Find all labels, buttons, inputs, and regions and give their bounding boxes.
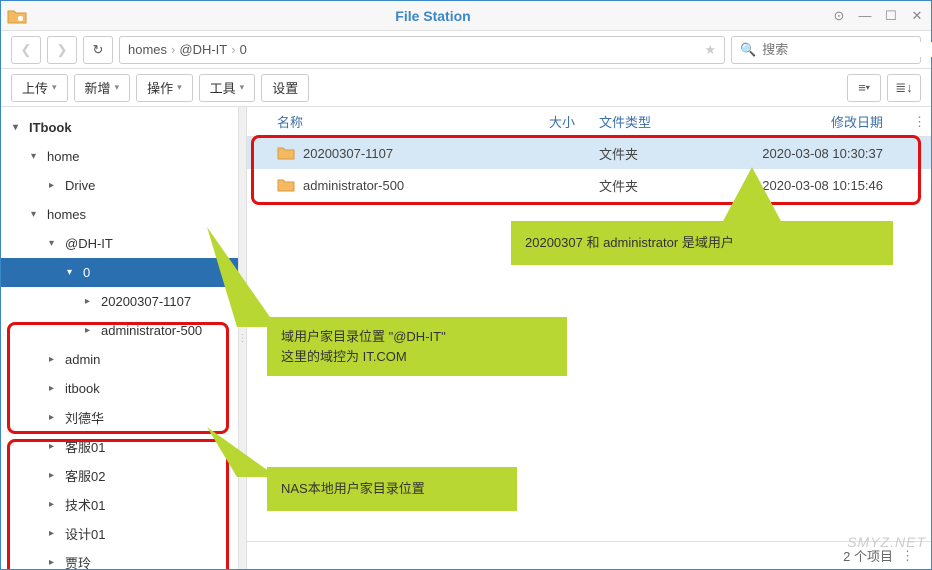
file-row[interactable]: 20200307-1107 文件夹2020-03-08 10:30:37 bbox=[247, 137, 931, 169]
favorite-icon[interactable]: ★ bbox=[704, 42, 716, 58]
tree-item-itbook[interactable]: ▸itbook bbox=[1, 374, 238, 403]
upload-button[interactable]: 上传▾ bbox=[11, 74, 68, 102]
pin-icon[interactable]: ⊙ bbox=[831, 8, 847, 24]
status-menu-icon[interactable]: ⋮ bbox=[901, 548, 919, 564]
chevron-down-icon[interactable]: ▾ bbox=[67, 267, 81, 278]
crumb-0[interactable]: homes bbox=[128, 42, 167, 57]
col-type[interactable]: 文件类型 bbox=[587, 112, 727, 131]
chevron-right-icon[interactable]: ▸ bbox=[49, 383, 63, 394]
tree-item-label: admin bbox=[65, 352, 100, 367]
app-icon bbox=[7, 8, 27, 24]
file-type: 文件夹 bbox=[587, 176, 727, 195]
tree-root[interactable]: ▾ITbook bbox=[1, 113, 238, 142]
main-area: ▾ITbook ▾home▸Drive▾homes▾@DH-IT▾0▸20200… bbox=[1, 107, 931, 569]
col-size[interactable]: 大小 bbox=[527, 112, 587, 131]
new-button[interactable]: 新增▾ bbox=[74, 74, 131, 102]
close-icon[interactable]: ✕ bbox=[909, 8, 925, 24]
tree-item-label: home bbox=[47, 149, 80, 164]
tree-item-label: 贾玲 bbox=[65, 553, 91, 569]
tree-item-贾玲[interactable]: ▸贾玲 bbox=[1, 548, 238, 569]
file-content: 名称 大小 文件类型 修改日期 ⋮ 20200307-1107 文件夹2020-0… bbox=[247, 107, 931, 569]
item-count: 2 个项目 bbox=[843, 546, 893, 565]
file-name: administrator-500 bbox=[303, 178, 404, 193]
search-icon: 🔍 bbox=[740, 42, 756, 58]
titlebar: File Station ⊙ — ☐ ✕ bbox=[1, 1, 931, 31]
folder-icon bbox=[277, 146, 295, 160]
tree-item-label: 0 bbox=[83, 265, 90, 280]
tree-item-设计01[interactable]: ▸设计01 bbox=[1, 519, 238, 548]
sort-button[interactable]: ≣↓ bbox=[887, 74, 921, 102]
chevron-right-icon[interactable]: ▸ bbox=[49, 180, 63, 191]
chevron-right-icon[interactable]: ▸ bbox=[49, 557, 63, 568]
forward-button[interactable]: ❯ bbox=[47, 36, 77, 64]
chevron-down-icon[interactable]: ▾ bbox=[49, 238, 63, 249]
tree-item-label: 20200307-1107 bbox=[101, 294, 191, 309]
chevron-down-icon[interactable]: ▾ bbox=[31, 209, 45, 220]
chevron-right-icon[interactable]: ▸ bbox=[49, 412, 63, 423]
col-modified[interactable]: 修改日期 bbox=[727, 112, 913, 131]
statusbar: 2 个项目 ⋮ bbox=[247, 541, 931, 569]
crumb-2[interactable]: 0 bbox=[240, 42, 247, 57]
chevron-right-icon[interactable]: ▸ bbox=[49, 499, 63, 510]
tools-button[interactable]: 工具▾ bbox=[199, 74, 256, 102]
view-list-button[interactable]: ≡ ▾ bbox=[847, 74, 881, 102]
search-box[interactable]: 🔍 bbox=[731, 36, 921, 64]
sidebar-resizer[interactable]: ⋮ bbox=[239, 107, 247, 569]
folder-icon bbox=[277, 178, 295, 192]
tree-item-20200307-1107[interactable]: ▸20200307-1107 bbox=[1, 287, 238, 316]
search-input[interactable] bbox=[762, 42, 932, 57]
tree-item-@DH-IT[interactable]: ▾@DH-IT bbox=[1, 229, 238, 258]
tree-item-刘德华[interactable]: ▸刘德华 bbox=[1, 403, 238, 432]
crumb-1[interactable]: @DH-IT bbox=[179, 42, 227, 57]
tree-item-label: 刘德华 bbox=[65, 408, 104, 427]
tree-item-label: homes bbox=[47, 207, 86, 222]
toolbar: 上传▾ 新增▾ 操作▾ 工具▾ 设置 ≡ ▾ ≣↓ bbox=[1, 69, 931, 107]
col-name[interactable]: 名称 bbox=[247, 112, 527, 131]
chevron-right-icon[interactable]: ▸ bbox=[49, 528, 63, 539]
tree-item-label: @DH-IT bbox=[65, 236, 113, 251]
tree-item-label: itbook bbox=[65, 381, 100, 396]
tree-item-label: Drive bbox=[65, 178, 95, 193]
settings-button[interactable]: 设置 bbox=[261, 74, 309, 102]
tree-item-homes[interactable]: ▾homes bbox=[1, 200, 238, 229]
minimize-icon[interactable]: — bbox=[857, 8, 873, 24]
file-station-window: File Station ⊙ — ☐ ✕ ❮ ❯ ↻ homes › @DH-I… bbox=[0, 0, 932, 570]
tree-item-label: 客服01 bbox=[65, 437, 105, 456]
file-type: 文件夹 bbox=[587, 144, 727, 163]
file-list: 20200307-1107 文件夹2020-03-08 10:30:37 admin… bbox=[247, 137, 931, 569]
chevron-right-icon[interactable]: ▸ bbox=[85, 296, 99, 307]
breadcrumb[interactable]: homes › @DH-IT › 0 ★ bbox=[119, 36, 725, 64]
tree-item-label: 设计01 bbox=[65, 524, 105, 543]
tree-item-label: 客服02 bbox=[65, 466, 105, 485]
col-menu-icon[interactable]: ⋮ bbox=[913, 114, 931, 130]
chevron-right-icon[interactable]: ▸ bbox=[49, 354, 63, 365]
refresh-button[interactable]: ↻ bbox=[83, 36, 113, 64]
file-modified: 2020-03-08 10:30:37 bbox=[727, 146, 913, 161]
file-modified: 2020-03-08 10:15:46 bbox=[727, 178, 913, 193]
list-header: 名称 大小 文件类型 修改日期 ⋮ bbox=[247, 107, 931, 137]
tree-item-label: 技术01 bbox=[65, 495, 105, 514]
tree-item-administrator-500[interactable]: ▸administrator-500 bbox=[1, 316, 238, 345]
maximize-icon[interactable]: ☐ bbox=[883, 8, 899, 24]
chevron-right-icon[interactable]: ▸ bbox=[49, 470, 63, 481]
chevron-right-icon[interactable]: ▸ bbox=[49, 441, 63, 452]
tree-item-客服02[interactable]: ▸客服02 bbox=[1, 461, 238, 490]
tree-item-admin[interactable]: ▸admin bbox=[1, 345, 238, 374]
navbar: ❮ ❯ ↻ homes › @DH-IT › 0 ★ 🔍 bbox=[1, 31, 931, 69]
tree-item-技术01[interactable]: ▸技术01 bbox=[1, 490, 238, 519]
tree-item-客服01[interactable]: ▸客服01 bbox=[1, 432, 238, 461]
file-name: 20200307-1107 bbox=[303, 146, 393, 161]
chevron-right-icon[interactable]: ▸ bbox=[85, 325, 99, 336]
tree-item-Drive[interactable]: ▸Drive bbox=[1, 171, 238, 200]
back-button[interactable]: ❮ bbox=[11, 36, 41, 64]
sidebar: ▾ITbook ▾home▸Drive▾homes▾@DH-IT▾0▸20200… bbox=[1, 107, 239, 569]
action-button[interactable]: 操作▾ bbox=[136, 74, 193, 102]
chevron-down-icon[interactable]: ▾ bbox=[31, 151, 45, 162]
window-title: File Station bbox=[35, 8, 831, 24]
tree-item-home[interactable]: ▾home bbox=[1, 142, 238, 171]
tree-item-label: administrator-500 bbox=[101, 323, 202, 338]
window-controls: ⊙ — ☐ ✕ bbox=[831, 8, 925, 24]
file-row[interactable]: administrator-500 文件夹2020-03-08 10:15:46 bbox=[247, 169, 931, 201]
tree-item-0[interactable]: ▾0 bbox=[1, 258, 238, 287]
